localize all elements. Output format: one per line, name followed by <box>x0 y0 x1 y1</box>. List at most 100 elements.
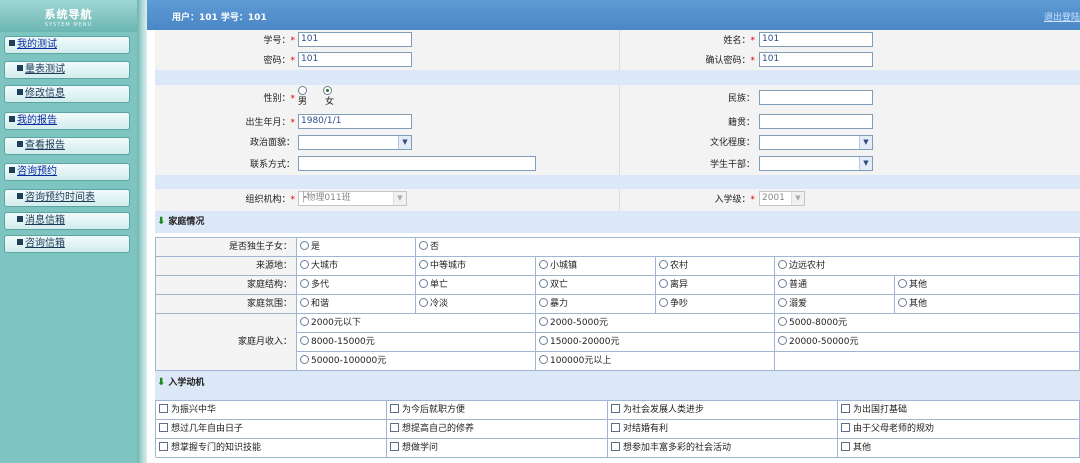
radio-female[interactable] <box>323 86 332 95</box>
motivation-option[interactable]: 想做学问 <box>387 439 608 458</box>
password-input[interactable]: 101 <box>298 52 412 67</box>
confirm-password-input[interactable]: 101 <box>759 52 873 67</box>
student-id-input[interactable]: 101 <box>298 32 412 47</box>
radio[interactable] <box>659 260 668 269</box>
radio[interactable] <box>539 317 548 326</box>
sidebar-link[interactable]: 修改信息 <box>25 88 65 99</box>
radio[interactable] <box>898 298 907 307</box>
motivation-option[interactable]: 想参加丰富多彩的社会活动 <box>608 439 838 458</box>
origin-option[interactable]: 大城市 <box>297 257 416 276</box>
radio[interactable] <box>778 317 787 326</box>
sidebar-item-message-box[interactable]: 消息信箱 <box>4 212 130 230</box>
sidebar-link[interactable]: 量表测试 <box>25 64 65 75</box>
radio[interactable] <box>539 260 548 269</box>
radio[interactable] <box>300 260 309 269</box>
enroll-year-select[interactable]: 2001 ▼ <box>759 191 805 206</box>
political-select[interactable]: ▼ <box>298 135 412 150</box>
structure-option[interactable]: 离异 <box>656 276 775 295</box>
radio[interactable] <box>659 298 668 307</box>
checkbox[interactable] <box>390 404 399 413</box>
sidebar-item-appointments[interactable]: 咨询预约 <box>4 163 130 181</box>
atmosphere-option[interactable]: 争吵 <box>656 295 775 314</box>
income-option[interactable]: 15000-20000元 <box>536 333 775 352</box>
sidebar-link[interactable]: 查看报告 <box>25 140 65 151</box>
name-input[interactable]: 101 <box>759 32 873 47</box>
student-cadre-select[interactable]: ▼ <box>759 156 873 171</box>
sidebar-item-appointment-schedule[interactable]: 咨询预约时间表 <box>4 189 130 207</box>
origin-option[interactable]: 边远农村 <box>775 257 1080 276</box>
income-option[interactable]: 20000-50000元 <box>775 333 1080 352</box>
checkbox[interactable] <box>841 442 850 451</box>
motivation-option[interactable]: 想过几年自由日子 <box>156 420 387 439</box>
radio[interactable] <box>778 298 787 307</box>
motivation-option[interactable]: 想掌握专门的知识技能 <box>156 439 387 458</box>
only-child-option[interactable]: 否 <box>416 238 1080 257</box>
radio[interactable] <box>300 317 309 326</box>
sidebar-item-edit-info[interactable]: 修改信息 <box>4 85 130 103</box>
atmosphere-option[interactable]: 暴力 <box>536 295 656 314</box>
native-place-input[interactable] <box>759 114 873 129</box>
income-option[interactable]: 2000-5000元 <box>536 314 775 333</box>
gender-male-option[interactable]: 男 <box>298 86 309 107</box>
chevron-down-icon[interactable]: ▼ <box>859 157 872 170</box>
atmosphere-option[interactable]: 溺爱 <box>775 295 895 314</box>
checkbox[interactable] <box>611 442 620 451</box>
motivation-option[interactable]: 想提高自己的修养 <box>387 420 608 439</box>
income-option[interactable]: 5000-8000元 <box>775 314 1080 333</box>
motivation-option[interactable]: 由于父母老师的规劝 <box>838 420 1080 439</box>
origin-option[interactable]: 中等城市 <box>416 257 536 276</box>
checkbox[interactable] <box>159 423 168 432</box>
checkbox[interactable] <box>390 423 399 432</box>
sidebar-link[interactable]: 消息信箱 <box>25 215 65 226</box>
birth-input[interactable]: 1980/1/1 <box>298 114 412 129</box>
sidebar-link[interactable]: 我的测试 <box>17 39 57 50</box>
origin-option[interactable]: 小城镇 <box>536 257 656 276</box>
sidebar-link[interactable]: 我的报告 <box>17 115 57 126</box>
sidebar-item-scale-test[interactable]: 量表测试 <box>4 61 130 79</box>
structure-option[interactable]: 多代 <box>297 276 416 295</box>
radio[interactable] <box>300 241 309 250</box>
only-child-option[interactable]: 是 <box>297 238 416 257</box>
radio[interactable] <box>300 355 309 364</box>
structure-option[interactable]: 单亡 <box>416 276 536 295</box>
income-option[interactable]: 8000-15000元 <box>297 333 536 352</box>
structure-option[interactable]: 普通 <box>775 276 895 295</box>
radio[interactable] <box>898 279 907 288</box>
sidebar-item-view-reports[interactable]: 查看报告 <box>4 137 130 155</box>
radio[interactable] <box>419 260 428 269</box>
radio[interactable] <box>778 279 787 288</box>
radio[interactable] <box>419 298 428 307</box>
checkbox[interactable] <box>841 423 850 432</box>
radio[interactable] <box>539 355 548 364</box>
structure-option[interactable]: 双亡 <box>536 276 656 295</box>
motivation-option[interactable]: 为出国打基础 <box>838 401 1080 420</box>
ethnicity-input[interactable] <box>759 90 873 105</box>
chevron-down-icon[interactable]: ▼ <box>393 192 406 205</box>
radio[interactable] <box>778 260 787 269</box>
contact-input[interactable] <box>298 156 536 171</box>
sidebar-link[interactable]: 咨询预约 <box>17 166 57 177</box>
atmosphere-option[interactable]: 冷淡 <box>416 295 536 314</box>
motivation-option[interactable]: 为今后就职方便 <box>387 401 608 420</box>
income-option[interactable]: 100000元以上 <box>536 352 775 371</box>
radio[interactable] <box>300 336 309 345</box>
chevron-down-icon[interactable]: ▼ <box>398 136 411 149</box>
atmosphere-option[interactable]: 其他 <box>895 295 1080 314</box>
chevron-down-icon[interactable]: ▼ <box>859 136 872 149</box>
radio[interactable] <box>300 279 309 288</box>
sidebar-item-my-tests[interactable]: 我的测试 <box>4 36 130 54</box>
sidebar-link[interactable]: 咨询信箱 <box>25 238 65 249</box>
income-option[interactable]: 50000-100000元 <box>297 352 536 371</box>
radio[interactable] <box>539 279 548 288</box>
atmosphere-option[interactable]: 和谐 <box>297 295 416 314</box>
sidebar-link[interactable]: 咨询预约时间表 <box>25 192 95 203</box>
org-select[interactable]: ┝物理011班 ▼ <box>298 191 407 206</box>
radio[interactable] <box>659 279 668 288</box>
sidebar-item-my-reports[interactable]: 我的报告 <box>4 112 130 130</box>
education-select[interactable]: ▼ <box>759 135 873 150</box>
checkbox[interactable] <box>611 423 620 432</box>
checkbox[interactable] <box>159 442 168 451</box>
origin-option[interactable]: 农村 <box>656 257 775 276</box>
logout-link[interactable]: 退出登陆 <box>1044 10 1080 23</box>
gender-female-option[interactable]: 女 <box>323 86 334 107</box>
